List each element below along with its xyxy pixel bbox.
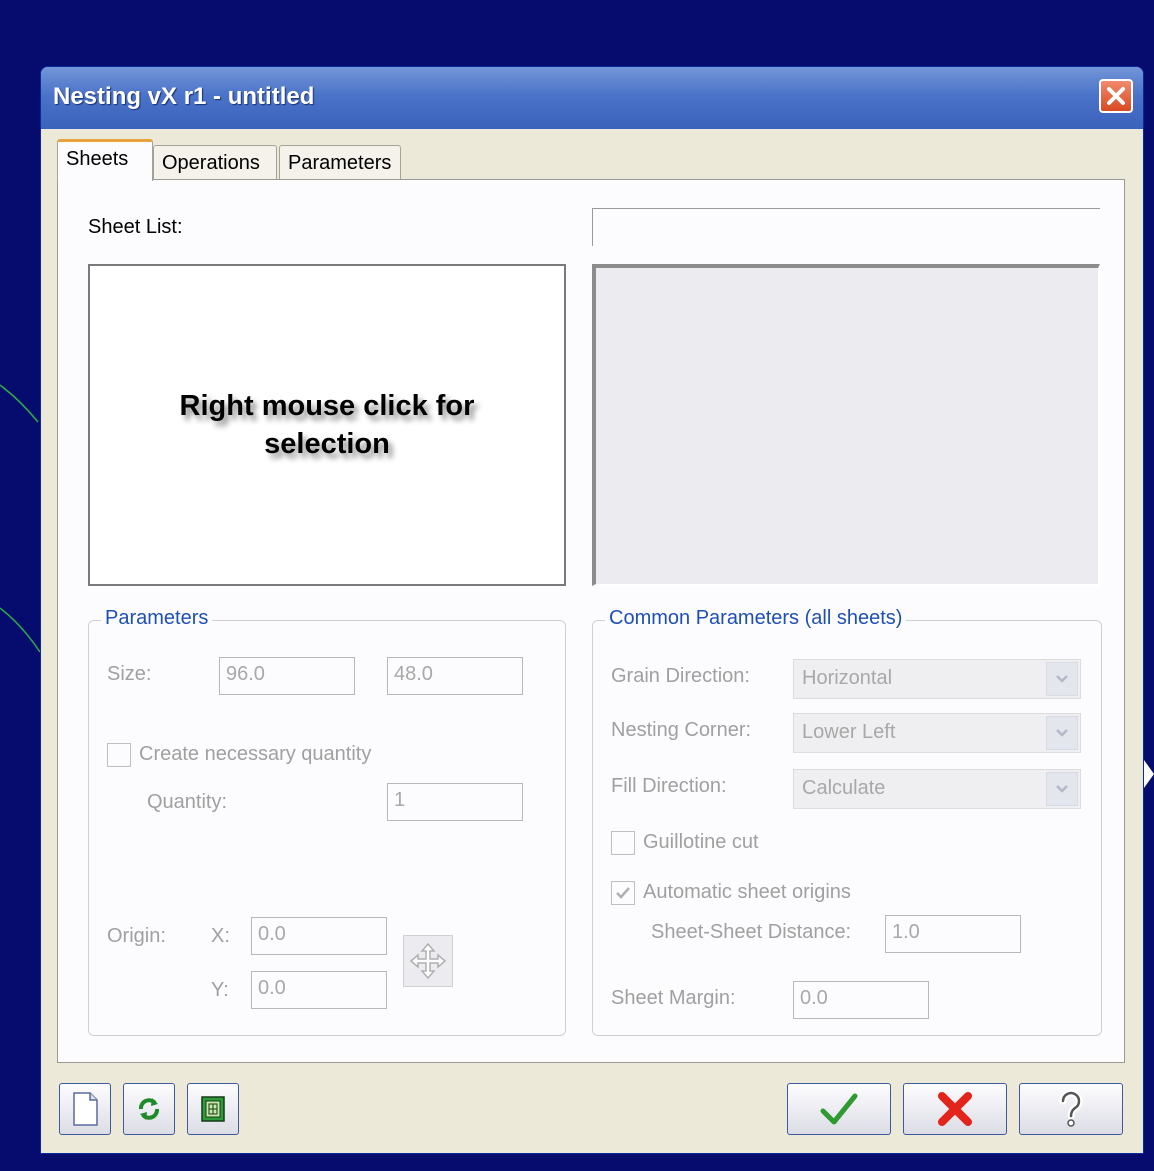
nesting-corner-label: Nesting Corner: xyxy=(611,719,752,741)
grain-direction-select[interactable]: Horizontal xyxy=(793,659,1081,699)
create-quantity-checkbox[interactable] xyxy=(107,743,131,767)
tab-parameters[interactable]: Parameters xyxy=(279,145,401,179)
tab-operations-label: Operations xyxy=(162,152,260,174)
pick-origin-button[interactable] xyxy=(403,935,453,987)
sheet-list[interactable]: Right mouse click for selection xyxy=(88,264,566,586)
origin-x-field[interactable]: 0.0 xyxy=(251,917,387,955)
checkmark-icon xyxy=(616,887,630,899)
quantity-field[interactable]: 1 xyxy=(387,783,523,821)
nesting-corner-select[interactable]: Lower Left xyxy=(793,713,1081,753)
sheet-margin-field[interactable]: 0.0 xyxy=(793,981,929,1019)
automatic-sheet-origins-label: Automatic sheet origins xyxy=(643,881,851,903)
sheets-tab-panel: Sheet List: Right mouse click for select… xyxy=(57,179,1125,1063)
question-mark-icon xyxy=(1059,1089,1083,1127)
fill-direction-value: Calculate xyxy=(802,777,886,799)
close-icon xyxy=(1107,87,1125,105)
ok-button[interactable] xyxy=(787,1083,891,1135)
grain-direction-value: Horizontal xyxy=(802,667,893,689)
sheet-preview xyxy=(592,264,1100,586)
create-quantity-label: Create necessary quantity xyxy=(139,743,372,765)
tab-parameters-label: Parameters xyxy=(288,152,392,174)
window-title: Nesting vX r1 - untitled xyxy=(53,83,315,110)
move-arrows-icon xyxy=(409,942,447,980)
automatic-sheet-origins-checkbox[interactable] xyxy=(611,881,635,905)
refresh-icon xyxy=(139,1098,159,1120)
common-parameters-group-title: Common Parameters (all sheets) xyxy=(605,607,907,630)
close-button[interactable] xyxy=(1099,79,1133,113)
guillotine-cut-checkbox[interactable] xyxy=(611,831,635,855)
cancel-x-icon xyxy=(938,1092,972,1126)
fill-direction-label: Fill Direction: xyxy=(611,775,727,797)
size-label: Size: xyxy=(107,663,152,685)
guillotine-cut-label: Guillotine cut xyxy=(643,831,759,853)
common-parameters-group: Common Parameters (all sheets) Grain Dir… xyxy=(592,607,1102,1036)
sheet-distance-field[interactable]: 1.0 xyxy=(885,915,1021,953)
origin-label: Origin: xyxy=(107,925,166,947)
refresh-button[interactable] xyxy=(123,1083,175,1135)
sheet-margin-label: Sheet Margin: xyxy=(611,987,736,1009)
sheet-material-icon xyxy=(201,1096,225,1122)
fill-direction-select[interactable]: Calculate xyxy=(793,769,1081,809)
sheet-list-hint: Right mouse click for selection xyxy=(179,390,475,460)
size-width-field[interactable]: 96.0 xyxy=(219,657,355,695)
mouse-cursor-icon xyxy=(1144,760,1154,788)
cancel-button[interactable] xyxy=(903,1083,1007,1135)
size-height-field[interactable]: 48.0 xyxy=(387,657,523,695)
chevron-down-icon[interactable] xyxy=(1046,772,1078,806)
sheet-distance-label: Sheet-Sheet Distance: xyxy=(651,921,852,943)
chevron-down-icon[interactable] xyxy=(1046,716,1078,750)
checkmark-icon xyxy=(820,1093,858,1125)
origin-y-field[interactable]: 0.0 xyxy=(251,971,387,1009)
tab-sheets[interactable]: Sheets xyxy=(57,139,153,181)
tab-sheets-label: Sheets xyxy=(66,148,129,170)
title-bar[interactable]: Nesting vX r1 - untitled xyxy=(41,67,1143,129)
chevron-down-icon[interactable] xyxy=(1046,662,1078,696)
sheet-material-button[interactable] xyxy=(187,1083,239,1135)
sheet-list-label: Sheet List: xyxy=(88,216,183,238)
quantity-label: Quantity: xyxy=(147,791,228,813)
new-document-icon xyxy=(73,1092,98,1126)
origin-y-label: Y: xyxy=(211,979,229,1001)
parameters-group-title: Parameters xyxy=(101,607,213,630)
new-sheet-button[interactable] xyxy=(59,1083,111,1135)
nesting-dialog: Nesting vX r1 - untitled Sheets Operatio… xyxy=(40,66,1144,1154)
parameters-group: Parameters Size: 96.0 48.0 Create necess… xyxy=(88,607,566,1036)
help-button[interactable] xyxy=(1019,1083,1123,1135)
grain-direction-label: Grain Direction: xyxy=(611,665,750,687)
sheet-name-field[interactable] xyxy=(592,208,1100,246)
origin-x-label: X: xyxy=(211,925,230,947)
tab-operations[interactable]: Operations xyxy=(153,145,277,179)
nesting-corner-value: Lower Left xyxy=(802,721,896,743)
